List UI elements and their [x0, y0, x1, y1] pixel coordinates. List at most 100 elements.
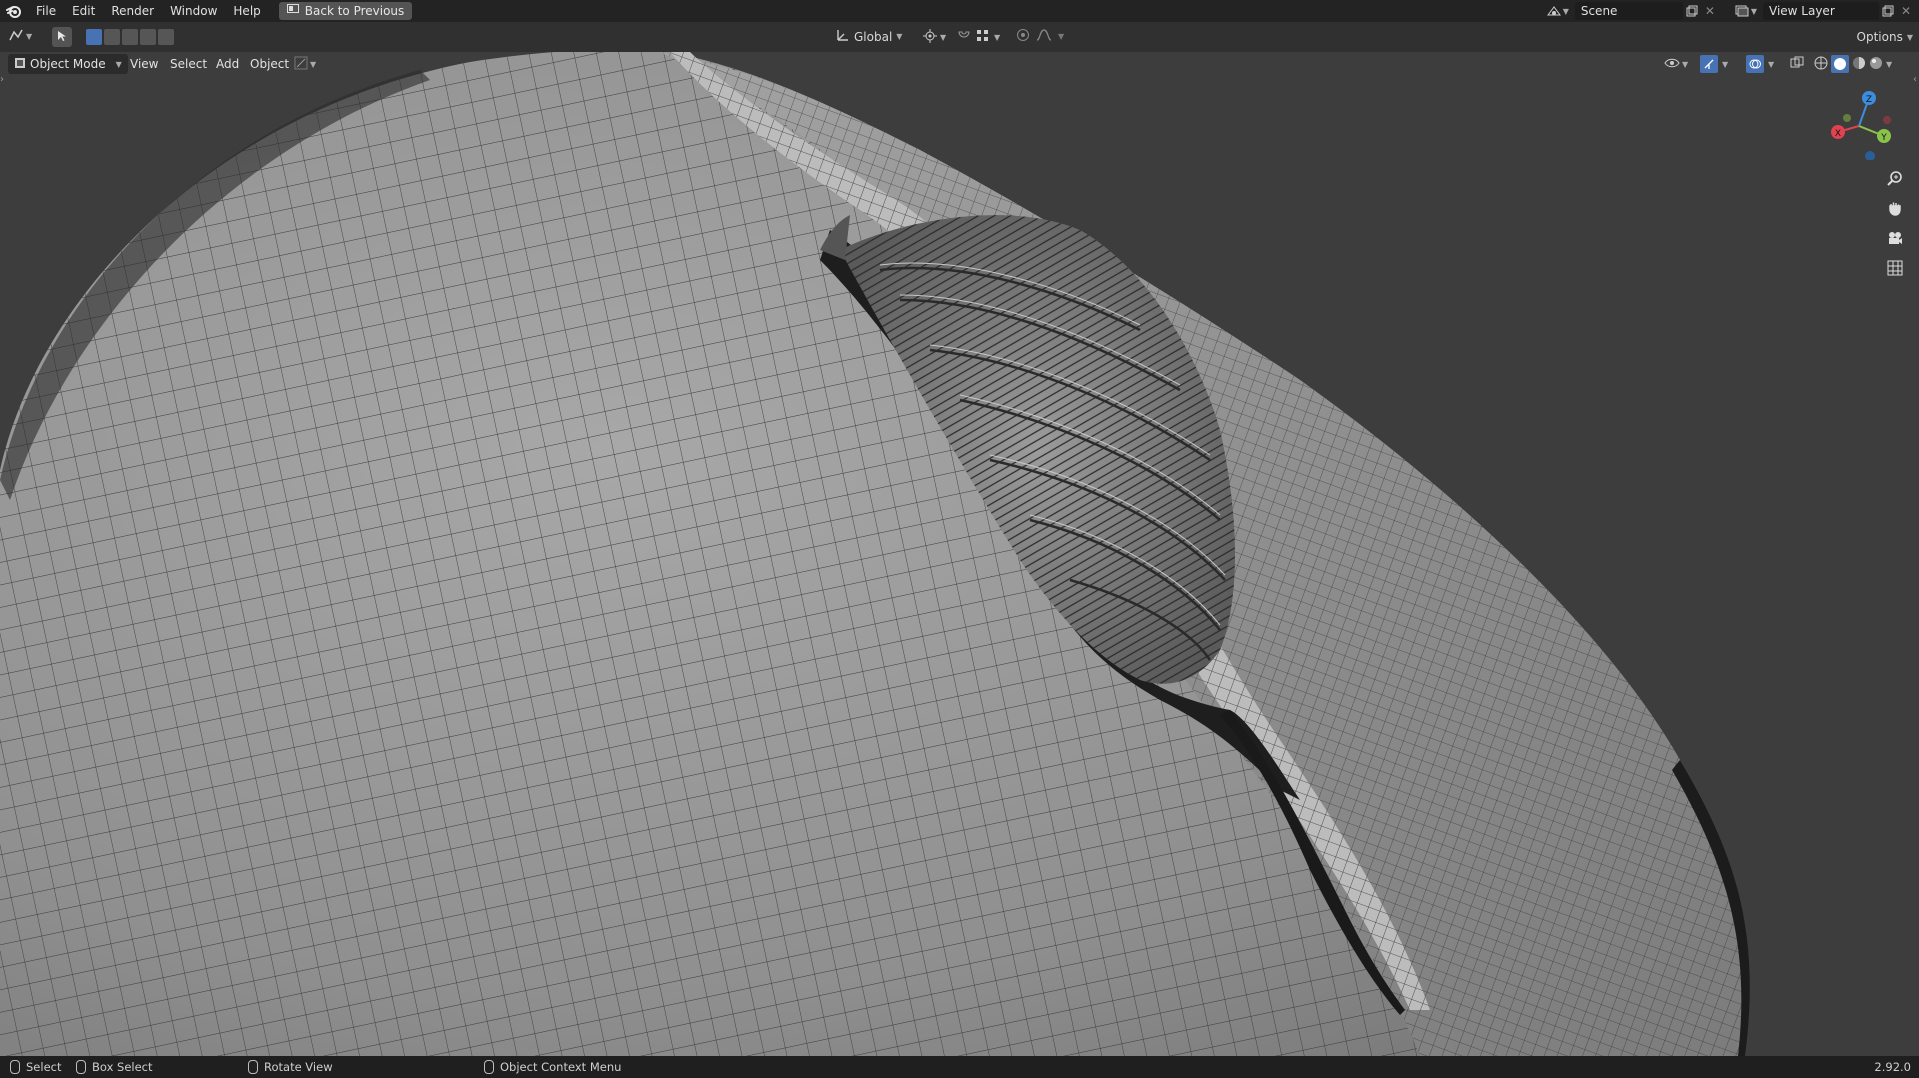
scene-dropdown-chevron-icon[interactable]: ▼ [1563, 7, 1569, 16]
camera-icon [1887, 230, 1903, 249]
transform-curve-icon [294, 56, 308, 73]
menu-help[interactable]: Help [225, 0, 268, 22]
gizmo-x-label: X [1835, 129, 1841, 139]
editor-type-selector[interactable]: ▼ [8, 28, 32, 45]
gizmo-neg-x-axis[interactable] [1883, 116, 1891, 124]
mesh-wireframe-render[interactable] [0, 52, 1919, 1056]
menu-file[interactable]: File [28, 0, 64, 22]
gizmo-toggle[interactable]: ▼ [1700, 54, 1728, 74]
object-menu[interactable]: Object [250, 54, 289, 74]
camera-view-button[interactable] [1882, 226, 1908, 252]
status-context-label: Object Context Menu [500, 1060, 622, 1074]
xray-toggle[interactable] [1790, 54, 1804, 74]
status-box-select-label: Box Select [92, 1060, 153, 1074]
snap-magnet-icon[interactable] [956, 28, 972, 47]
add-menu[interactable]: Add [216, 54, 239, 74]
view-menu[interactable]: View [130, 54, 158, 74]
status-rotate-hint: Rotate View [248, 1060, 333, 1074]
gizmo-y-label: Y [1880, 133, 1887, 143]
pan-button[interactable] [1882, 196, 1908, 222]
gizmo-neg-z-axis[interactable] [1865, 151, 1875, 160]
blender-version: 2.92.0 [1874, 1060, 1911, 1074]
status-context-hint: Object Context Menu [484, 1060, 621, 1074]
delete-view-layer-icon[interactable]: ✕ [1897, 2, 1915, 20]
overlays-toggle[interactable]: ▼ [1746, 54, 1774, 74]
select-mode-invert-icon[interactable] [140, 29, 156, 45]
top-right-controls: ▼ Scene ✕ ▼ View Layer ✕ [1545, 0, 1919, 22]
back-to-previous-label: Back to Previous [304, 4, 405, 18]
pivot-point-icon [922, 28, 938, 47]
new-scene-icon[interactable] [1683, 2, 1701, 20]
gizmo-neg-y-axis[interactable] [1843, 114, 1851, 122]
view-layer-icon[interactable] [1733, 2, 1751, 20]
navigation-gizmo[interactable]: Z X Y [1824, 80, 1894, 160]
proportional-editing-controls: ▼ [1016, 28, 1064, 45]
left-mouse-icon [10, 1060, 20, 1074]
toolbar-expand-arrow-icon[interactable]: › [0, 74, 4, 85]
pivot-point-dropdown[interactable]: ▼ [922, 28, 946, 47]
xray-icon [1790, 56, 1804, 73]
select-tool-button[interactable] [52, 27, 72, 47]
pivot-chevron-icon: ▼ [940, 33, 947, 42]
select-mode-intersect-icon[interactable] [158, 29, 174, 45]
rendered-shading-icon[interactable] [1869, 56, 1883, 73]
status-select-hint: Select [10, 1060, 61, 1074]
falloff-chevron-icon[interactable]: ▼ [1058, 32, 1064, 41]
view-layer-chevron-icon[interactable]: ▼ [1751, 7, 1757, 16]
orientation-chevron-icon: ▼ [896, 32, 903, 41]
magnifier-icon [1887, 170, 1903, 189]
snap-increment-icon[interactable] [976, 29, 990, 46]
falloff-curve-icon[interactable] [1036, 28, 1052, 45]
status-select-label: Select [26, 1060, 62, 1074]
gizmo-z-label: Z [1866, 95, 1872, 105]
grid-perspective-icon [1887, 260, 1903, 279]
orientation-label: Global [854, 29, 893, 44]
editor-type-chevron-icon: ▼ [26, 32, 33, 41]
shading-chevron-icon[interactable]: ▼ [1886, 60, 1892, 69]
editor-type-icon [8, 28, 24, 45]
shading-modes: ▼ [1814, 54, 1892, 74]
viewport-header: Object Mode ▼ View Select Add Object ▼ ▼… [0, 52, 1919, 74]
gizmo-icon [1700, 55, 1718, 73]
transform-affect-dropdown[interactable]: ▼ [294, 54, 316, 74]
material-shading-icon[interactable] [1852, 56, 1866, 73]
drag-mouse-icon [76, 1060, 86, 1074]
3d-viewport[interactable]: Object Mode ▼ View Select Add Object ▼ ▼… [0, 52, 1919, 1056]
scene-type-icon[interactable] [1545, 2, 1563, 20]
select-mode-subtract-icon[interactable] [122, 29, 138, 45]
zoom-button[interactable] [1882, 166, 1908, 192]
hand-icon [1887, 200, 1903, 219]
gizmo-chevron-icon: ▼ [1722, 59, 1729, 69]
visibility-dropdown[interactable]: ▼ [1664, 54, 1688, 74]
back-to-previous-button[interactable]: Back to Previous [278, 2, 413, 20]
blender-logo-icon[interactable] [0, 0, 28, 22]
menu-edit[interactable]: Edit [64, 0, 103, 22]
transform-orientation-dropdown[interactable]: Global ▼ [836, 28, 902, 45]
object-mode-icon [14, 57, 26, 72]
select-mode-set-icon[interactable] [86, 29, 102, 45]
status-bar: Select Box Select Rotate View Object Con… [0, 1056, 1919, 1078]
object-mode-dropdown[interactable]: Object Mode ▼ [8, 54, 128, 74]
view-layer-field[interactable]: View Layer [1763, 2, 1879, 20]
options-dropdown[interactable]: Options ▼ [1857, 27, 1913, 47]
scene-name-field[interactable]: Scene [1574, 2, 1683, 20]
right-mouse-icon [484, 1060, 494, 1074]
overlays-icon [1746, 55, 1764, 73]
new-view-layer-icon[interactable] [1879, 2, 1897, 20]
solid-shading-icon[interactable] [1831, 55, 1849, 73]
menu-window[interactable]: Window [162, 0, 225, 22]
select-mode-extend-icon[interactable] [104, 29, 120, 45]
object-mode-chevron-icon: ▼ [115, 59, 122, 69]
transform-affect-chevron-icon: ▼ [310, 59, 317, 69]
menu-render[interactable]: Render [103, 0, 162, 22]
orientation-axes-icon [836, 28, 850, 45]
sidebar-expand-arrow-icon[interactable]: ‹ [1913, 74, 1917, 85]
snap-chevron-icon[interactable]: ▼ [994, 33, 1000, 42]
select-menu[interactable]: Select [170, 54, 207, 74]
selection-mode-group [86, 29, 174, 45]
proportional-edit-icon[interactable] [1016, 28, 1030, 45]
wireframe-shading-icon[interactable] [1814, 56, 1828, 73]
main-menu: File Edit Render Window Help [28, 0, 269, 22]
perspective-toggle-button[interactable] [1882, 256, 1908, 282]
delete-scene-icon[interactable]: ✕ [1701, 2, 1719, 20]
